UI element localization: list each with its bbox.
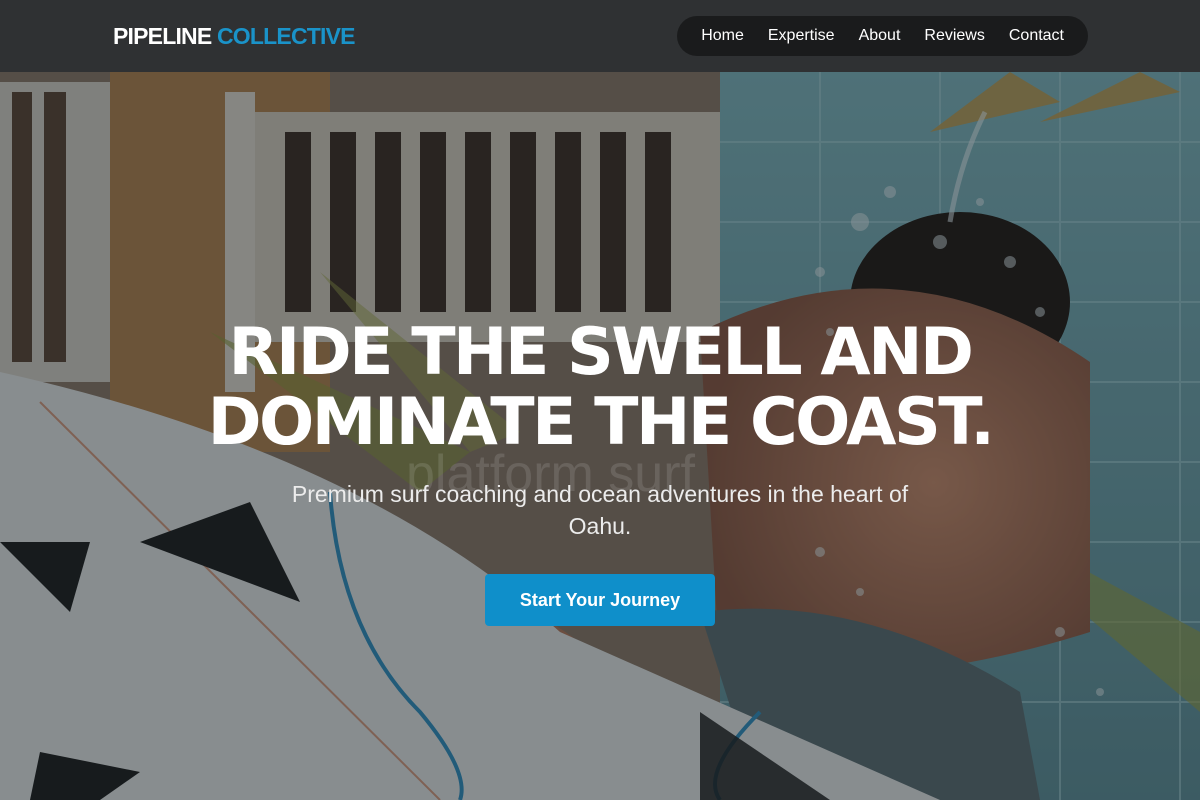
- nav-about[interactable]: About: [859, 27, 901, 45]
- nav-expertise[interactable]: Expertise: [768, 27, 835, 45]
- nav-home[interactable]: Home: [701, 27, 744, 45]
- hero-section: platform surf RIDE THE SWELL AND DOMINAT…: [0, 72, 1200, 800]
- hero-headline-line-1: RIDE THE SWELL AND: [228, 315, 974, 390]
- hero-subtitle: Premium surf coaching and ocean adventur…: [291, 481, 909, 539]
- main-nav: Home Expertise About Reviews Contact: [677, 16, 1088, 56]
- brand-name-primary: PIPELINE: [113, 22, 212, 49]
- start-journey-button[interactable]: Start Your Journey: [485, 574, 715, 626]
- nav-reviews[interactable]: Reviews: [924, 27, 984, 45]
- brand-logo[interactable]: PIPELINE COLLECTIVE: [113, 23, 355, 50]
- hero-headline: RIDE THE SWELL AND DOMINATE THE COAST.: [0, 318, 1200, 458]
- hero-headline-line-2: DOMINATE THE COAST.: [207, 385, 995, 460]
- hero-content: platform surf RIDE THE SWELL AND DOMINAT…: [0, 72, 1200, 800]
- site-header: PIPELINE COLLECTIVE Home Expertise About…: [0, 0, 1200, 72]
- nav-contact[interactable]: Contact: [1009, 27, 1064, 45]
- brand-name-accent: COLLECTIVE: [217, 22, 355, 49]
